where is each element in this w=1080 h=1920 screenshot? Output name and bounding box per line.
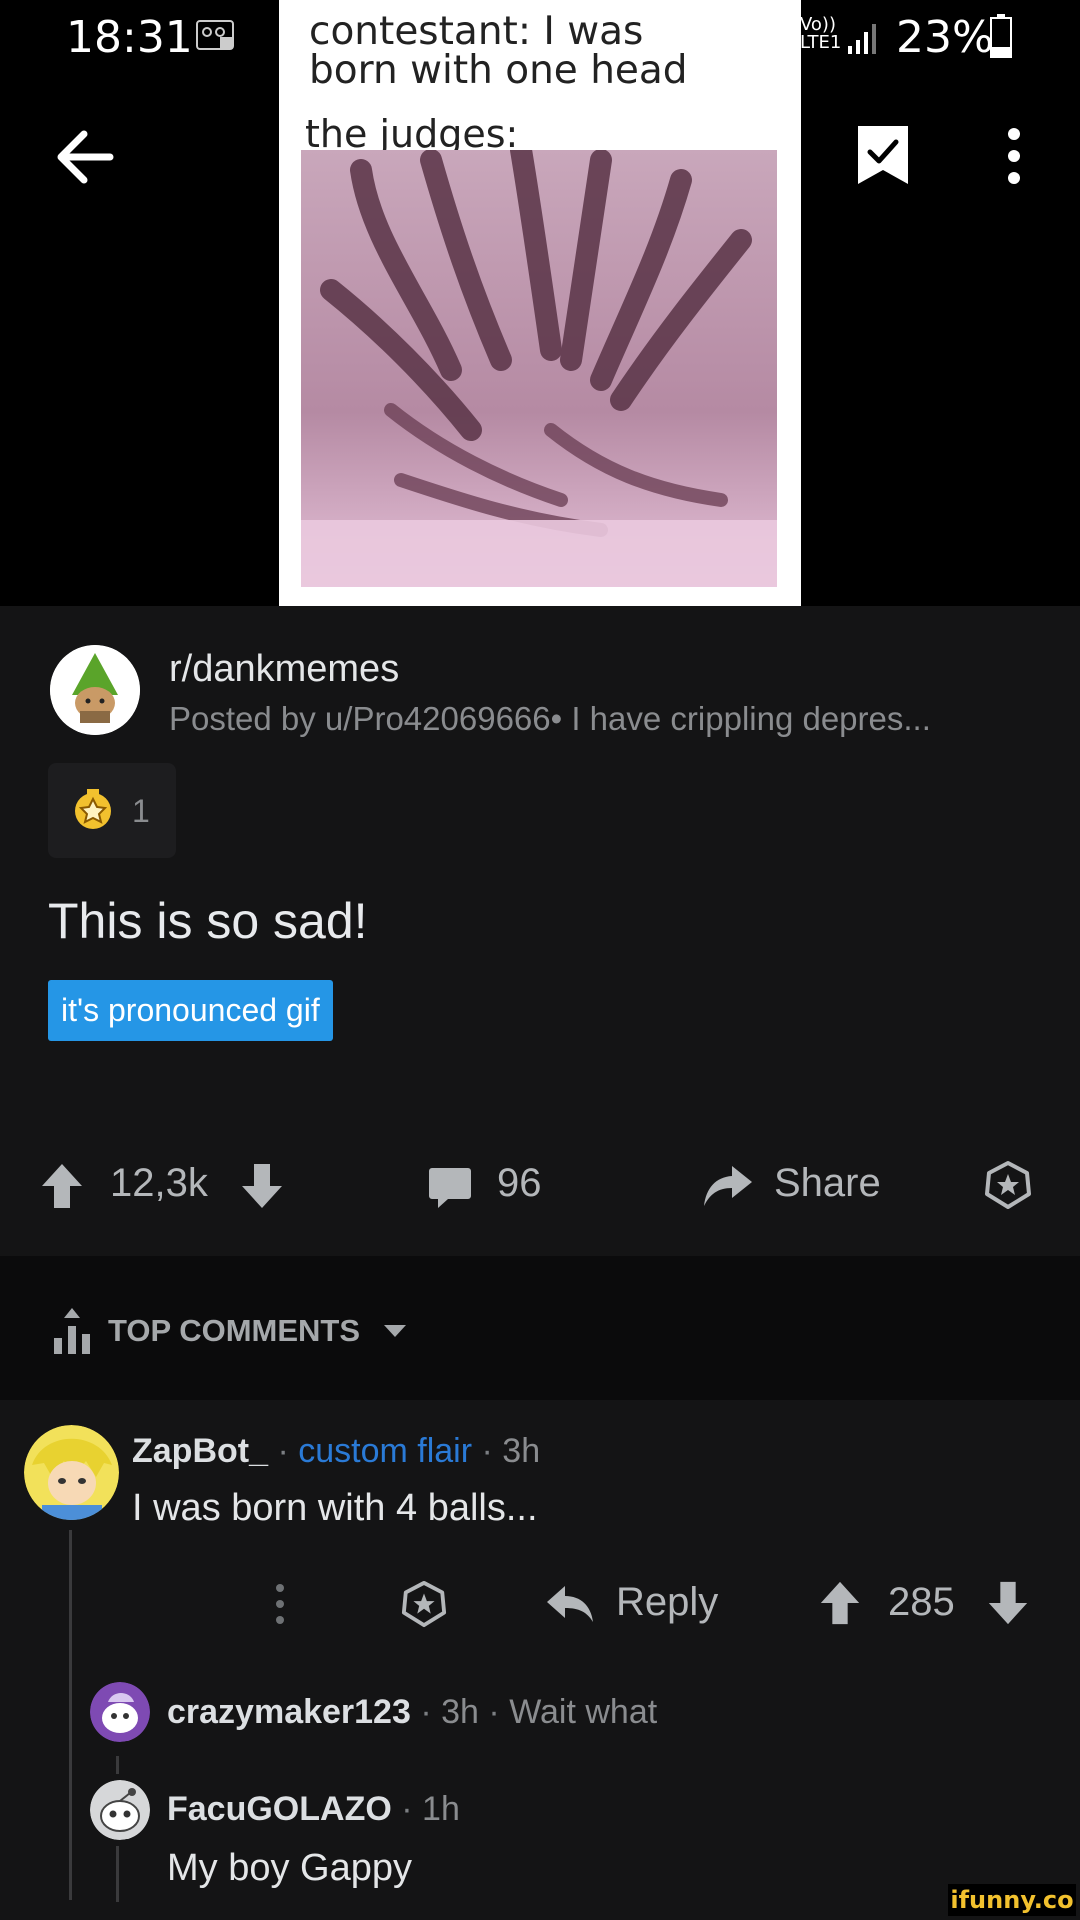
comment-more-icon[interactable] [270,1580,290,1628]
award-icon [75,789,111,829]
status-time: 18:31 [66,12,193,63]
comment-author[interactable]: ZapBot_ [132,1432,268,1470]
bookmark-check-icon[interactable] [856,124,910,188]
comment-avatar[interactable] [90,1682,150,1742]
post-title: This is so sad! [48,893,368,949]
chevron-down-icon[interactable] [382,1318,408,1344]
comment-body: I was born with 4 balls... [132,1487,538,1529]
sort-bars-icon[interactable] [52,1308,94,1354]
give-award-icon[interactable] [983,1160,1033,1210]
signal-strength-icon [848,24,876,54]
user-flair: custom flair [298,1432,473,1470]
post-flair[interactable]: it's pronounced gif [48,980,333,1041]
kebab-menu-icon[interactable] [996,124,1032,188]
post-media-image[interactable]: contestant: I was born with one head the… [279,0,801,606]
share-arrow-icon[interactable] [702,1164,754,1208]
comment-score: 285 [888,1580,955,1624]
subreddit-name[interactable]: r/dankmemes [169,648,399,691]
comment-avatar[interactable] [24,1425,119,1520]
comment-body: My boy Gappy [167,1847,412,1889]
comment-bubble-icon[interactable] [428,1166,472,1210]
reply-button[interactable]: Reply [616,1580,718,1625]
thread-line[interactable] [116,1846,119,1902]
comment-avatar[interactable] [90,1780,150,1840]
subreddit-avatar[interactable] [50,645,140,735]
battery-icon [990,14,1012,58]
post-awards[interactable]: 1 [48,763,176,858]
post-author-meta[interactable]: Posted by u/Pro42069666• I have cripplin… [169,700,931,738]
battery-percentage: 23% [896,12,994,63]
comment-header: ZapBot_ · custom flair · 3h [132,1432,541,1470]
upvote-icon[interactable] [40,1162,84,1210]
comment-age: 3h [502,1432,541,1470]
network-indicator: Vo)) LTE1 [800,14,842,53]
give-award-icon[interactable] [400,1580,448,1628]
snoo-avatar-icon [90,1780,150,1840]
thread-line[interactable] [69,1530,72,1900]
reply-arrow-icon[interactable] [545,1584,595,1624]
downvote-icon[interactable] [240,1162,284,1210]
comment-age: 3h [441,1693,479,1731]
comment-header: FacuGOLAZO · 1h [167,1790,460,1828]
meme-cat-photo [301,150,777,587]
comment-header: crazymaker123 · 3h · Wait what [167,1693,658,1731]
meme-caption: contestant: I was born with one head [309,9,688,93]
share-button[interactable]: Share [774,1161,881,1206]
voicemail-icon [196,20,234,50]
snoo-avatar-icon [90,1682,150,1742]
comment-age: 1h [422,1790,460,1828]
ifunny-watermark: ifunny.co [948,1884,1076,1916]
upvote-icon[interactable] [818,1580,862,1626]
downvote-icon[interactable] [986,1580,1030,1626]
gnome-avatar-icon [50,645,140,735]
award-count: 1 [132,793,150,829]
comments-count[interactable]: 96 [497,1161,542,1206]
comment-author[interactable]: FacuGOLAZO [167,1790,392,1828]
vote-count: 12,3k [110,1161,208,1205]
thread-line[interactable] [116,1756,119,1774]
back-arrow-icon[interactable] [50,122,120,192]
comment-author[interactable]: crazymaker123 [167,1693,411,1731]
comments-section [0,1400,1080,1920]
link-avatar-icon [24,1425,119,1520]
collapsed-comment-preview[interactable]: Wait what [509,1693,657,1731]
sort-label[interactable]: TOP COMMENTS [108,1313,360,1349]
